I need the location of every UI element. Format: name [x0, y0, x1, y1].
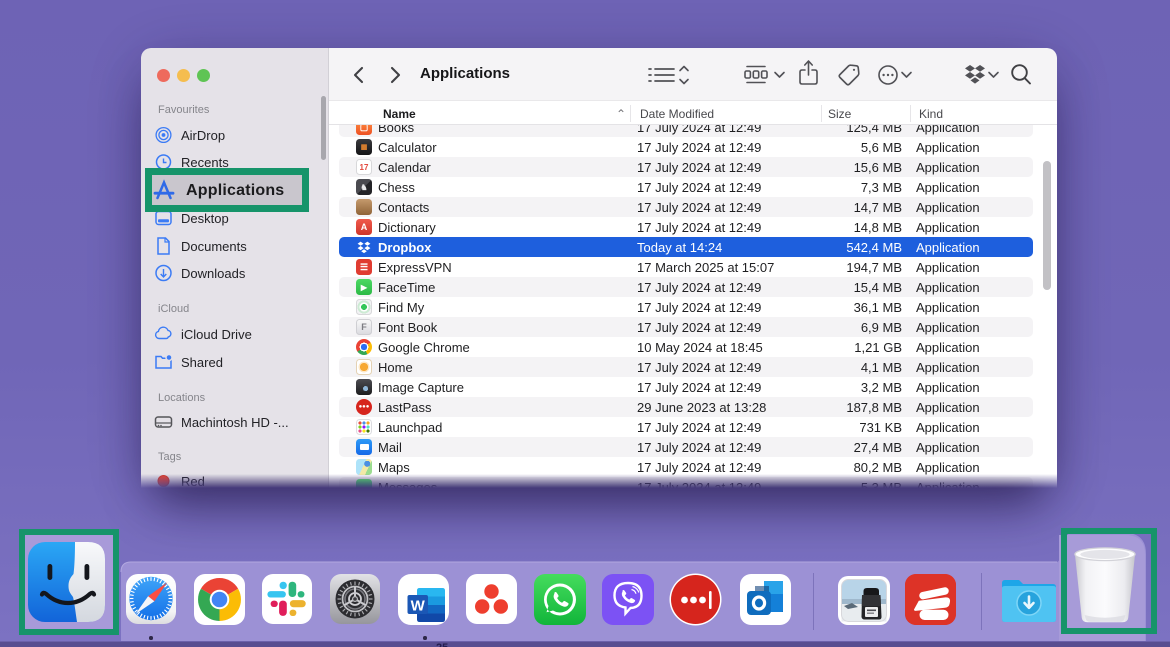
- svg-text:W: W: [411, 598, 426, 615]
